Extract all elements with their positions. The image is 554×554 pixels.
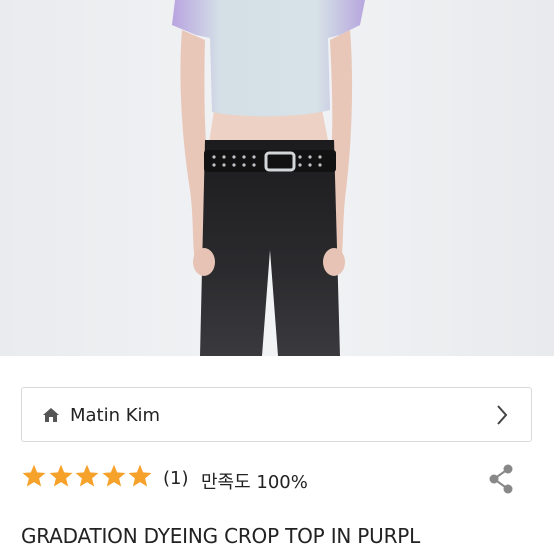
chevron-right-icon: [497, 405, 508, 425]
star-icon: [75, 464, 99, 487]
satisfaction-text: 만족도 100%: [201, 472, 308, 493]
product-image: [0, 0, 554, 356]
rating-stars: [21, 463, 154, 489]
product-title: GRADATION DYEING CROP TOP IN PURPL: [21, 524, 421, 548]
star-icon: [22, 464, 46, 487]
shop-name: Matin Kim: [70, 405, 161, 426]
rating-row: (1) 만족도 100%: [21, 463, 532, 495]
star-icon: [49, 464, 73, 487]
star-icon: [102, 464, 126, 487]
home-icon: [43, 408, 59, 422]
star-icon: [128, 464, 152, 487]
shop-link[interactable]: Matin Kim: [21, 387, 532, 442]
review-count[interactable]: (1): [163, 468, 189, 489]
share-icon[interactable]: [486, 463, 516, 495]
